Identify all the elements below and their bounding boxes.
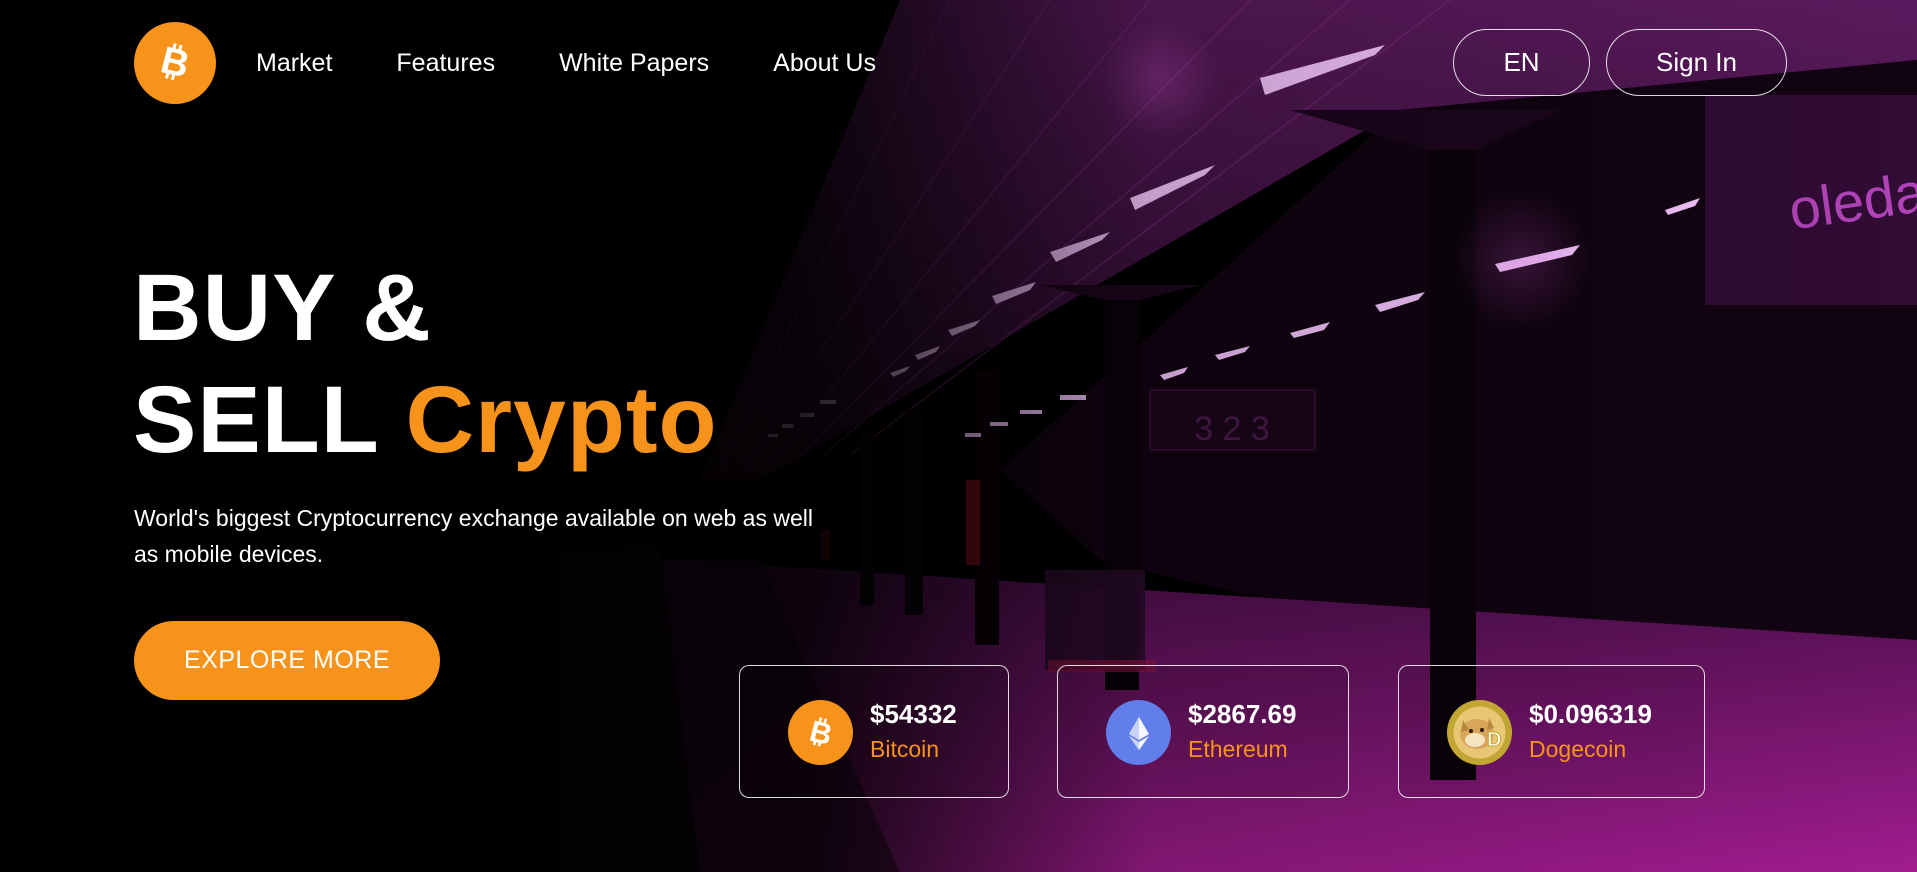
nav-white-papers[interactable]: White Papers bbox=[559, 47, 709, 79]
landing-page: oleda bbox=[0, 0, 1917, 872]
coin-price: $54332 bbox=[870, 699, 957, 729]
coin-name: Dogecoin bbox=[1529, 736, 1627, 762]
bitcoin-logo[interactable]: B bbox=[134, 22, 216, 104]
nav-features[interactable]: Features bbox=[396, 47, 495, 79]
nav-about-us[interactable]: About Us bbox=[773, 47, 876, 79]
nav-market[interactable]: Market bbox=[256, 47, 332, 79]
coin-name: Bitcoin bbox=[870, 736, 940, 762]
hero-title: BUY & SELL Crypto bbox=[133, 252, 718, 476]
hero-title-line1: BUY & bbox=[133, 255, 432, 361]
coin-card-ethereum[interactable]: $2867.69 Ethereum bbox=[1057, 665, 1349, 798]
hero-subtitle: World's biggest Cryptocurrency exchange … bbox=[134, 505, 813, 567]
coin-card-bitcoin[interactable]: B $54332 Bitcoin bbox=[739, 665, 1009, 798]
language-button[interactable]: EN bbox=[1453, 29, 1590, 96]
coin-name: Ethereum bbox=[1188, 736, 1288, 762]
explore-more-button[interactable]: EXPLORE MORE bbox=[134, 621, 440, 700]
sign-in-button[interactable]: Sign In bbox=[1606, 29, 1787, 96]
coin-price: $2867.69 bbox=[1188, 699, 1297, 729]
main-nav: Market Features White Papers About Us bbox=[256, 47, 940, 79]
hero-title-line2: SELL bbox=[133, 367, 379, 473]
bitcoin-icon: B bbox=[788, 700, 853, 765]
coin-card-dogecoin[interactable]: D $0.096319 Dogecoin bbox=[1398, 665, 1705, 798]
dogecoin-icon: D bbox=[1447, 700, 1512, 765]
hero-title-accent: Crypto bbox=[405, 367, 718, 473]
coin-price: $0.096319 bbox=[1529, 699, 1652, 729]
bitcoin-icon: B bbox=[157, 39, 194, 86]
svg-text:D: D bbox=[1487, 729, 1501, 751]
ethereum-icon bbox=[1106, 700, 1171, 765]
